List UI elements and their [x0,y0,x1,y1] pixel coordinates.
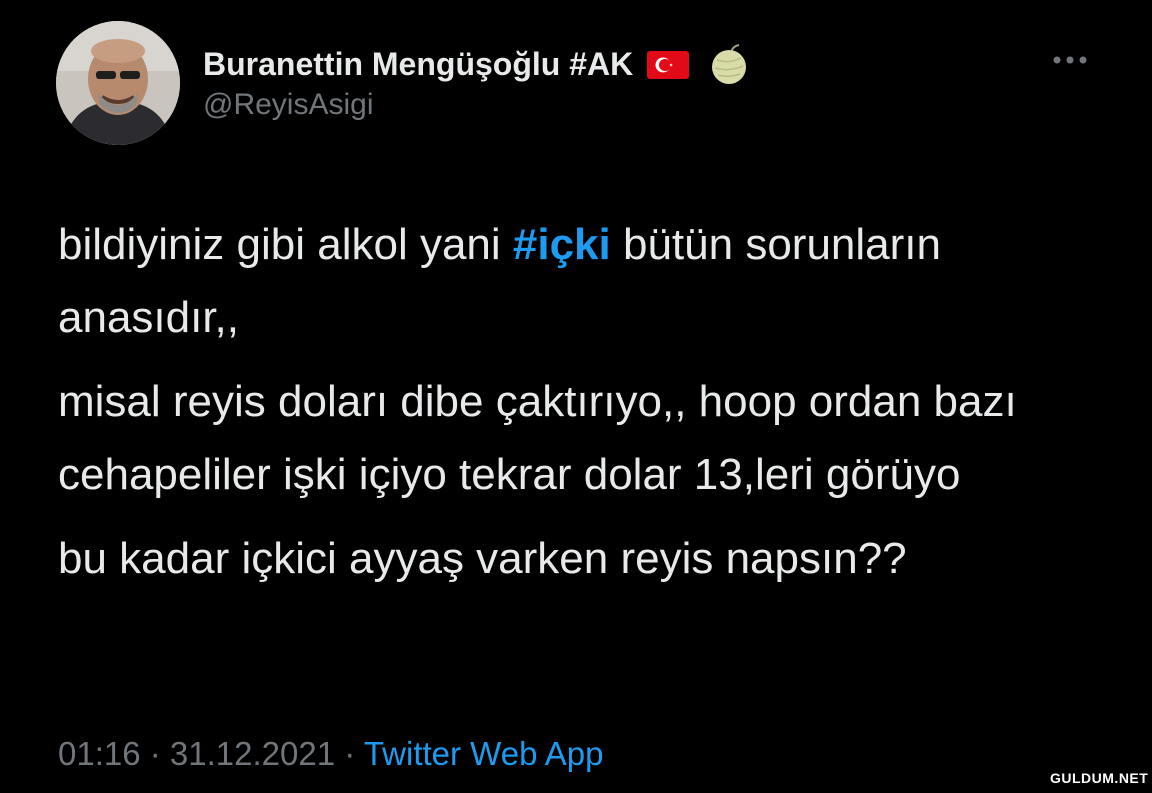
tweet-source-link[interactable]: Twitter Web App [364,735,604,772]
author-handle[interactable]: @ReyisAsigi [203,88,374,122]
hashtag-link[interactable]: #içki [513,220,611,269]
tweet-text-segment: bildiyiniz gibi alkol yani [58,220,513,269]
meta-separator: · [140,735,170,772]
author-display-name[interactable]: Buranettin Mengüşoğlu #AK [203,46,633,83]
tweet-paragraph: misal reyis doları dibe çaktırıyo,, hoop… [58,377,1017,499]
tweet-time[interactable]: 01:16 [58,735,141,772]
profile-photo-icon [56,21,180,145]
ellipsis-icon[interactable] [1050,50,1094,70]
tweet-paragraph: bildiyiniz gibi alkol yani #içki bütün s… [58,208,1118,354]
tweet-text: bildiyiniz gibi alkol yani #içki bütün s… [58,208,1118,606]
tweet-meta: 01:16 · 31.12.2021 · Twitter Web App [58,735,604,773]
turkey-flag-icon [647,50,690,79]
tweet-date[interactable]: 31.12.2021 [170,735,335,772]
melon-icon [709,42,749,86]
author-display-name-row: Buranettin Mengüşoğlu #AK [203,42,749,86]
meta-separator: · [335,735,364,772]
tweet-paragraph: bu kadar içkici ayyaş varken reyis napsı… [58,534,907,583]
watermark: GULDUM.NET [1050,770,1149,786]
avatar[interactable] [56,21,180,145]
